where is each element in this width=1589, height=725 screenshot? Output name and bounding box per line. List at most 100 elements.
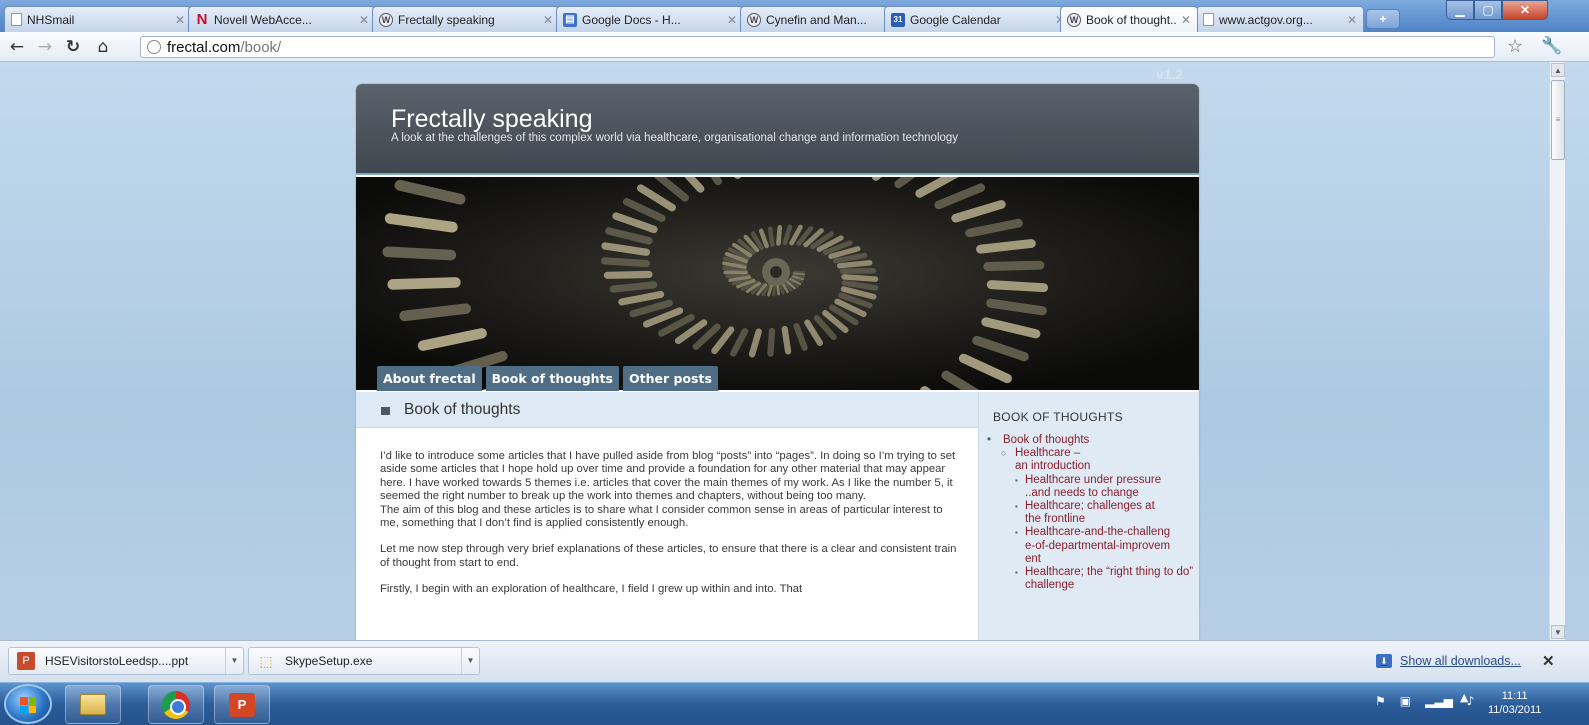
sidebar-heading: BOOK OF THOUGHTS — [993, 410, 1123, 424]
site-tagline: A look at the challenges of this complex… — [391, 132, 959, 144]
sidebar-item-book-of-thoughts: • Book of thoughts — [987, 434, 1197, 447]
tab-google-calendar[interactable]: 31 Google Calendar ✕ — [884, 6, 1072, 32]
chevron-down-icon[interactable]: ▼ — [461, 648, 479, 674]
page-bullet-icon — [381, 407, 390, 415]
tab-title: Novell WebAcce... — [214, 12, 312, 27]
tab-google-docs[interactable]: ▤ Google Docs - H... ✕ — [556, 6, 744, 32]
clock-date: 11/03/2011 — [1488, 704, 1542, 716]
close-tab-icon[interactable]: ✕ — [1347, 13, 1357, 27]
download-item-skype[interactable]: ⬚ SkypeSetup.exe ▼ — [248, 647, 480, 675]
sidebar-link[interactable]: Healthcare; challenges at the frontline — [1025, 500, 1163, 526]
close-tab-icon[interactable]: ✕ — [359, 13, 369, 27]
tab-title: Google Calendar — [910, 12, 1001, 27]
download-item-ppt[interactable]: P HSEVisitorstoLeedsp....ppt ▼ — [8, 647, 244, 675]
chevron-down-icon[interactable]: ▼ — [225, 648, 243, 674]
ammonite-rib — [382, 246, 457, 261]
close-tab-icon[interactable]: ✕ — [727, 13, 737, 27]
site-title[interactable]: Frectally speaking — [391, 105, 592, 134]
ammonite-rib — [609, 281, 658, 293]
sidebar-link[interactable]: Book of thoughts — [1003, 434, 1089, 447]
sidebar-item: ▪ Healthcare-and-the-challenge-of-depart… — [987, 526, 1175, 566]
wrench-icon[interactable]: 🔧 — [1541, 36, 1562, 56]
start-button[interactable] — [4, 684, 52, 724]
ammonite-rib — [986, 280, 1049, 293]
sidebar-link[interactable]: Healthcare-and-the-challenge-of-departme… — [1025, 526, 1175, 566]
windows-logo-icon — [20, 697, 36, 713]
scroll-down-arrow-icon[interactable]: ▼ — [1551, 625, 1565, 639]
ammonite-rib — [776, 225, 783, 246]
reload-icon[interactable]: ↻ — [62, 36, 84, 58]
ammonite-rib — [603, 270, 653, 279]
network-signal-icon[interactable]: ▂▃▅ — [1425, 694, 1453, 708]
show-all-downloads-link[interactable]: ⬇ Show all downloads... — [1376, 654, 1521, 668]
article-paragraph: Firstly, I begin with an exploration of … — [380, 583, 803, 596]
page-viewport: v1.2 Frectally speaking A look at the ch… — [0, 62, 1589, 640]
site-container: Frectally speaking A look at the challen… — [356, 84, 1199, 640]
tab-frectally[interactable]: W Frectally speaking ✕ — [372, 6, 560, 32]
system-clock[interactable]: 11:11 11/03/2011 — [1488, 689, 1541, 717]
ammonite-rib — [725, 272, 750, 279]
tab-book-of-thoughts[interactable]: W Book of thought... ✕ — [1060, 6, 1198, 32]
maximize-button[interactable]: ▢ — [1474, 0, 1502, 20]
close-tab-icon[interactable]: ✕ — [1181, 13, 1191, 27]
article-body: I’d like to introduce some articles that… — [380, 450, 960, 610]
minimize-button[interactable]: ▁ — [1446, 0, 1474, 20]
taskbar-explorer-button[interactable] — [65, 685, 121, 724]
nav-about-frectal[interactable]: About frectal — [377, 366, 482, 391]
chrome-icon — [162, 690, 190, 719]
sidebar-page-tree: • Book of thoughts ○ Healthcare – an int… — [987, 434, 1197, 592]
tab-title: Frectally speaking — [398, 12, 495, 27]
sidebar-item: ▪ Healthcare; challenges at the frontlin… — [987, 500, 1163, 526]
tab-actgov[interactable]: www.actgov.org... ✕ — [1196, 6, 1364, 32]
powerpoint-file-icon: P — [17, 652, 35, 670]
tab-novell[interactable]: N Novell WebAcce... ✕ — [188, 6, 376, 32]
home-icon[interactable]: ⌂ — [92, 36, 114, 58]
page-heading-bar: Book of thoughts — [356, 392, 978, 428]
close-window-button[interactable]: ✕ — [1502, 0, 1548, 20]
ammonite-rib — [767, 226, 775, 247]
ammonite-rib — [776, 283, 781, 296]
power-icon[interactable]: ▣ — [1400, 694, 1411, 708]
address-bar[interactable]: frectal.com/book/ — [140, 36, 1495, 58]
download-shelf: P HSEVisitorstoLeedsp....ppt ▼ ⬚ SkypeSe… — [0, 640, 1589, 682]
scrollbar-thumb[interactable]: ≡ — [1551, 80, 1565, 160]
back-icon[interactable]: ← — [6, 36, 28, 58]
ammonite-rib — [387, 277, 461, 290]
downloads-icon: ⬇ — [1376, 654, 1392, 668]
sidebar: BOOK OF THOUGHTS • Book of thoughts ○ He… — [978, 392, 1199, 640]
sidebar-link[interactable]: Healthcare under pressure ..and needs to… — [1025, 474, 1183, 500]
tray-icons: ⚑ ▣ ▂▃▅ ♪ — [1375, 694, 1474, 708]
url-path: /book/ — [240, 38, 282, 56]
wordpress-icon: W — [379, 12, 393, 27]
new-tab-button[interactable]: + — [1366, 9, 1400, 29]
ammonite-rib — [600, 257, 651, 268]
close-shelf-icon[interactable]: ✕ — [1542, 652, 1555, 670]
page-title: Book of thoughts — [404, 401, 521, 418]
ammonite-rib — [836, 260, 873, 269]
tab-nhsmail[interactable]: NHSmail ✕ — [4, 6, 192, 32]
circle-bullet-icon: ○ — [1001, 448, 1007, 459]
close-tab-icon[interactable]: ✕ — [543, 13, 553, 27]
ammonite-rib — [772, 283, 777, 297]
clock-time: 11:11 — [1501, 690, 1528, 702]
nav-book-of-thoughts[interactable]: Book of thoughts — [485, 366, 619, 391]
action-center-flag-icon[interactable]: ⚑ — [1375, 694, 1386, 708]
powerpoint-icon: P — [229, 692, 255, 717]
nav-other-posts[interactable]: Other posts — [623, 366, 718, 391]
sidebar-link[interactable]: Healthcare; the “right thing to do” chal… — [1025, 566, 1199, 592]
sidebar-item: ▪ Healthcare under pressure ..and needs … — [987, 474, 1183, 500]
url-host: frectal.com — [167, 38, 241, 56]
taskbar-chrome-button[interactable] — [148, 685, 204, 724]
sidebar-link[interactable]: Healthcare – an introduction — [1015, 447, 1090, 473]
vertical-scrollbar[interactable]: ▲ ≡ ▼ — [1549, 62, 1565, 640]
ammonite-rib — [767, 327, 776, 357]
bullet-icon: • — [987, 434, 992, 446]
forward-icon[interactable]: → — [34, 36, 56, 58]
close-tab-icon[interactable]: ✕ — [175, 13, 185, 27]
taskbar-powerpoint-button[interactable]: P — [214, 685, 270, 724]
bookmark-star-icon[interactable]: ☆ — [1507, 36, 1523, 57]
novell-icon: N — [196, 11, 208, 28]
volume-icon[interactable]: ♪ — [1467, 694, 1475, 708]
scroll-up-arrow-icon[interactable]: ▲ — [1551, 63, 1565, 77]
square-bullet-icon: ▪ — [1015, 502, 1018, 512]
